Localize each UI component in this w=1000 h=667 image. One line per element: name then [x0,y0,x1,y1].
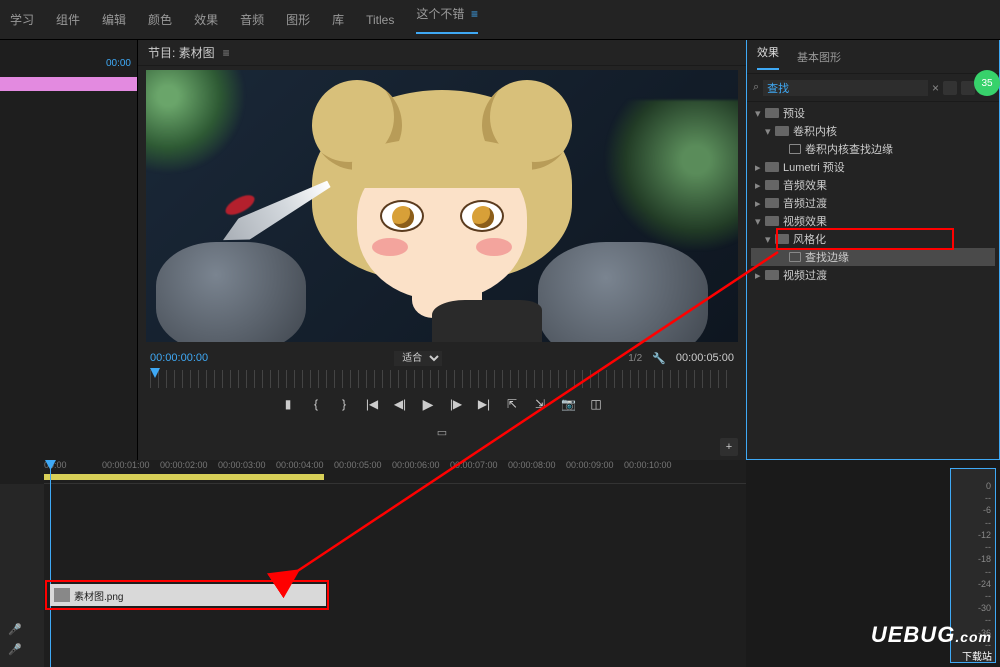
filter-32bit-icon[interactable] [961,81,975,95]
source-clip-bar[interactable] [0,77,137,91]
transport-controls: ▮ { } |◀ ◀| ▶ |▶ ▶| ⇱ ⇲ 📷 ◫ [138,388,746,420]
secondary-controls: ▭ [138,420,746,444]
program-playhead[interactable] [150,368,160,378]
tree-stylize[interactable]: ▾风格化 [751,230,995,248]
program-header: 节目: 素材图 ≡ [138,40,746,66]
meter-tick: -- [963,591,991,601]
search-icon: ⌕ [753,81,759,94]
tab-learn[interactable]: 学习 [10,11,34,28]
fit-dropdown[interactable]: 适合 [394,351,442,366]
out-bracket-icon[interactable]: } [337,397,351,411]
ruler-tick: 00:00:05:00 [334,460,382,470]
tree-lumetri[interactable]: ▸Lumetri 预设 [751,158,995,176]
clip-label: 素材图.png [74,588,123,603]
tree-video-tr[interactable]: ▸视频过渡 [751,266,995,284]
wrench-icon[interactable]: 🔧 [652,352,666,365]
zoom-ratio[interactable]: 1/2 [628,353,642,364]
tab-effects-panel[interactable]: 效果 [757,44,779,70]
ruler-tick: 00:00:04:00 [276,460,324,470]
effects-search-input[interactable] [763,80,928,96]
extract-icon[interactable]: ⇲ [533,397,547,411]
program-timecode-left[interactable]: 00:00:00:00 [150,352,208,364]
safe-margins-icon[interactable]: ▭ [437,426,447,439]
main-area: 00:00 节目: 素材图 ≡ 00:00:00:00 适合 1/2 [0,40,1000,460]
meter-tick: -12 [963,530,991,540]
ruler-tick: 00:00:02:00 [160,460,208,470]
ruler-tick: 00:00:09:00 [566,460,614,470]
video-frame [146,70,738,342]
meter-tick: -6 [963,505,991,515]
tree-conv-find-edges[interactable]: 卷积内核查找边缘 [751,140,995,158]
tab-audio[interactable]: 音频 [240,11,264,28]
program-scrubber[interactable] [150,370,734,388]
meter-tick: -30 [963,603,991,613]
step-back-icon[interactable]: ◀| [393,397,407,411]
voiceover-mic-icon-2[interactable]: 🎤 [8,643,24,659]
tree-presets[interactable]: ▾预设 [751,104,995,122]
track-headers: 🎤 🎤 [0,484,44,667]
meter-tick: -24 [963,579,991,589]
goto-in-icon[interactable]: |◀ [365,397,379,411]
play-icon[interactable]: ▶ [421,396,435,413]
ruler-tick: 00:00:08:00 [508,460,556,470]
export-frame-icon[interactable]: 📷 [561,397,575,411]
source-panel: 00:00 [0,40,138,460]
tree-audio-tr[interactable]: ▸音频过渡 [751,194,995,212]
marker-icon[interactable]: ▮ [281,397,295,411]
clear-search-icon[interactable]: × [932,81,939,95]
user-avatar[interactable]: 35 [974,70,1000,96]
tab-essential-graphics[interactable]: 基本图形 [797,49,841,65]
meter-tick: -- [963,567,991,577]
goto-out-icon[interactable]: ▶| [477,397,491,411]
clip-thumbnail [54,588,70,602]
timeline-tracks: 🎤 🎤 素材图.png [0,484,746,667]
tab-assembly[interactable]: 组件 [56,11,80,28]
tab-graphics[interactable]: 图形 [286,11,310,28]
meter-tick: -18 [963,554,991,564]
tab-color[interactable]: 颜色 [148,11,172,28]
effects-panel: 效果 基本图形 ⌕ × ▾预设 ▾卷积内核 卷积内核查找边缘 ▸Lumetri … [746,40,1000,460]
ruler-tick: 00:00:06:00 [392,460,440,470]
tab-custom-active[interactable]: 这个不错 ≡ [416,5,478,34]
lift-icon[interactable]: ⇱ [505,397,519,411]
tree-video-fx[interactable]: ▾视频效果 [751,212,995,230]
timeline-panel: 00:0000:00:01:0000:00:02:0000:00:03:0000… [0,460,746,667]
program-monitor[interactable] [146,70,738,342]
timeline-clip[interactable]: 素材图.png [50,584,326,606]
work-area-bar[interactable] [44,474,324,480]
tab-edit[interactable]: 编辑 [102,11,126,28]
meter-tick: 0 [963,481,991,491]
effects-panel-tabs: 效果 基本图形 [747,40,999,74]
tree-find-edges[interactable]: 查找边缘 [751,248,995,266]
tree-audio-fx[interactable]: ▸音频效果 [751,176,995,194]
tree-convolution[interactable]: ▾卷积内核 [751,122,995,140]
tab-effects[interactable]: 效果 [194,11,218,28]
ruler-tick: 00:00:07:00 [450,460,498,470]
program-timebar: 00:00:00:00 适合 1/2 🔧 00:00:05:00 [138,346,746,370]
source-timecode: 00:00 [0,40,137,73]
button-editor-plus[interactable]: + [720,438,738,456]
ruler-tick: 00:00:03:00 [218,460,266,470]
ruler-tick: 00:00:01:00 [102,460,150,470]
tab-titles[interactable]: Titles [366,13,394,27]
program-title: 节目: 素材图 [148,44,215,61]
panel-menu-icon[interactable]: ≡ [223,46,230,60]
tab-library[interactable]: 库 [332,11,344,28]
watermark: UEBUG.com 下载站 [871,622,992,663]
meter-tick: -- [963,518,991,528]
effects-search-row: ⌕ × [747,74,999,102]
step-fwd-icon[interactable]: |▶ [449,397,463,411]
filter-accel-icon[interactable] [943,81,957,95]
comparison-icon[interactable]: ◫ [589,397,603,411]
meter-tick: -- [963,542,991,552]
ruler-tick: 00:00:10:00 [624,460,672,470]
workspace-tabs: 学习 组件 编辑 颜色 效果 音频 图形 库 Titles 这个不错 ≡ [0,0,1000,40]
program-panel: 节目: 素材图 ≡ 00:00:00:00 适合 1/2 🔧 00:00:05:… [138,40,746,460]
in-bracket-icon[interactable]: { [309,397,323,411]
effects-tree: ▾预设 ▾卷积内核 卷积内核查找边缘 ▸Lumetri 预设 ▸音频效果 ▸音频… [747,102,999,286]
timeline-ruler[interactable]: 00:0000:00:01:0000:00:02:0000:00:03:0000… [44,460,746,484]
voiceover-mic-icon[interactable]: 🎤 [8,623,24,639]
meter-tick: -- [963,493,991,503]
program-timecode-right: 00:00:05:00 [676,352,734,364]
